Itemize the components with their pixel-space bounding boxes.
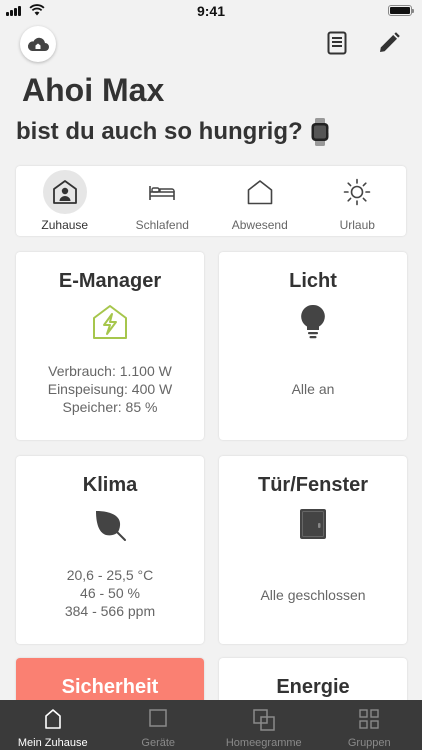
mode-abwesend[interactable]: Abwesend <box>211 166 309 236</box>
home-tab-icon <box>44 709 61 729</box>
mode-label: Schlafend <box>135 218 189 232</box>
greeting-title: Ahoi Max <box>22 72 165 108</box>
card-klima[interactable]: Klima 20,6 - 25,5 °C 46 - 50 % 384 - 566… <box>16 456 204 644</box>
card-line: Verbrauch: 1.100 W <box>48 363 172 379</box>
tab-label: Geräte <box>141 737 176 749</box>
greeting-subtitle: bist du auch so hungrig? <box>16 118 329 146</box>
tab-mein-zuhause[interactable]: Mein Zuhause <box>0 700 106 750</box>
card-title: E-Manager <box>58 270 162 292</box>
card-details: 20,6 - 25,5 °C 46 - 50 % 384 - 566 ppm <box>16 566 204 620</box>
status-time: 9:41 <box>196 3 226 19</box>
card-title: Klima <box>82 474 138 496</box>
lightbulb-icon <box>301 304 325 339</box>
card-title: Energie <box>276 676 350 698</box>
mode-label: Abwesend <box>231 218 288 232</box>
card-line: 384 - 566 ppm <box>64 603 156 619</box>
card-line: Speicher: 85 % <box>62 399 158 415</box>
sun-icon <box>343 178 371 206</box>
device-square-icon <box>149 709 167 727</box>
tab-gruppen[interactable]: Gruppen <box>317 700 422 750</box>
door-icon <box>300 509 326 539</box>
status-bar: 9:41 <box>0 0 422 22</box>
mode-selector: Zuhause Schlafend Abwesend Urlaub <box>16 166 406 236</box>
card-licht[interactable]: Licht Alle an <box>219 252 407 440</box>
card-line: Alle an <box>291 381 335 397</box>
homeegram-icon <box>253 709 275 731</box>
bottom-tab-bar: Mein Zuhause Geräte Homeegramme Gruppen <box>0 700 422 750</box>
card-title: Tür/Fenster <box>257 474 369 496</box>
smartwatch-icon <box>311 118 329 146</box>
tab-label: Mein Zuhause <box>17 737 88 749</box>
tab-label: Homeegramme <box>225 737 302 749</box>
bed-icon <box>149 186 176 200</box>
mode-zuhause[interactable]: Zuhause <box>16 166 114 236</box>
notes-button[interactable] <box>324 30 350 56</box>
home-person-icon <box>52 180 77 204</box>
card-details: Verbrauch: 1.100 W Einspeisung: 400 W Sp… <box>16 362 204 416</box>
house-lightning-icon <box>93 305 127 339</box>
tab-geraete[interactable]: Geräte <box>106 700 212 750</box>
mode-schlafend[interactable]: Schlafend <box>114 166 212 236</box>
leaf-icon <box>96 511 126 541</box>
card-title: Sicherheit <box>61 676 159 698</box>
card-line: Alle geschlossen <box>260 587 366 603</box>
card-line: 46 - 50 % <box>80 585 140 601</box>
subtitle-text: bist du auch so hungrig? <box>16 118 303 145</box>
card-details: Alle an <box>219 380 407 398</box>
edit-button[interactable] <box>376 30 402 56</box>
groups-icon <box>359 709 379 729</box>
card-title: Licht <box>289 270 337 292</box>
mode-label: Zuhause <box>41 218 89 232</box>
card-e-manager[interactable]: E-Manager Verbrauch: 1.100 W Einspeisung… <box>16 252 204 440</box>
mode-urlaub[interactable]: Urlaub <box>309 166 407 236</box>
card-line: Einspeisung: 400 W <box>47 381 173 397</box>
card-line: 20,6 - 25,5 °C <box>66 567 154 583</box>
battery-icon <box>388 5 414 16</box>
tab-homeegramme[interactable]: Homeegramme <box>211 700 317 750</box>
card-tuer-fenster[interactable]: Tür/Fenster Alle geschlossen <box>219 456 407 644</box>
mode-label: Urlaub <box>339 218 375 232</box>
document-icon <box>327 31 347 55</box>
tab-label: Gruppen <box>347 737 391 749</box>
pencil-icon <box>380 32 400 52</box>
card-details: Alle geschlossen <box>219 586 407 604</box>
cloud-home-icon <box>27 37 49 51</box>
house-outline-icon <box>247 180 273 205</box>
cloud-home-button[interactable] <box>20 26 56 62</box>
